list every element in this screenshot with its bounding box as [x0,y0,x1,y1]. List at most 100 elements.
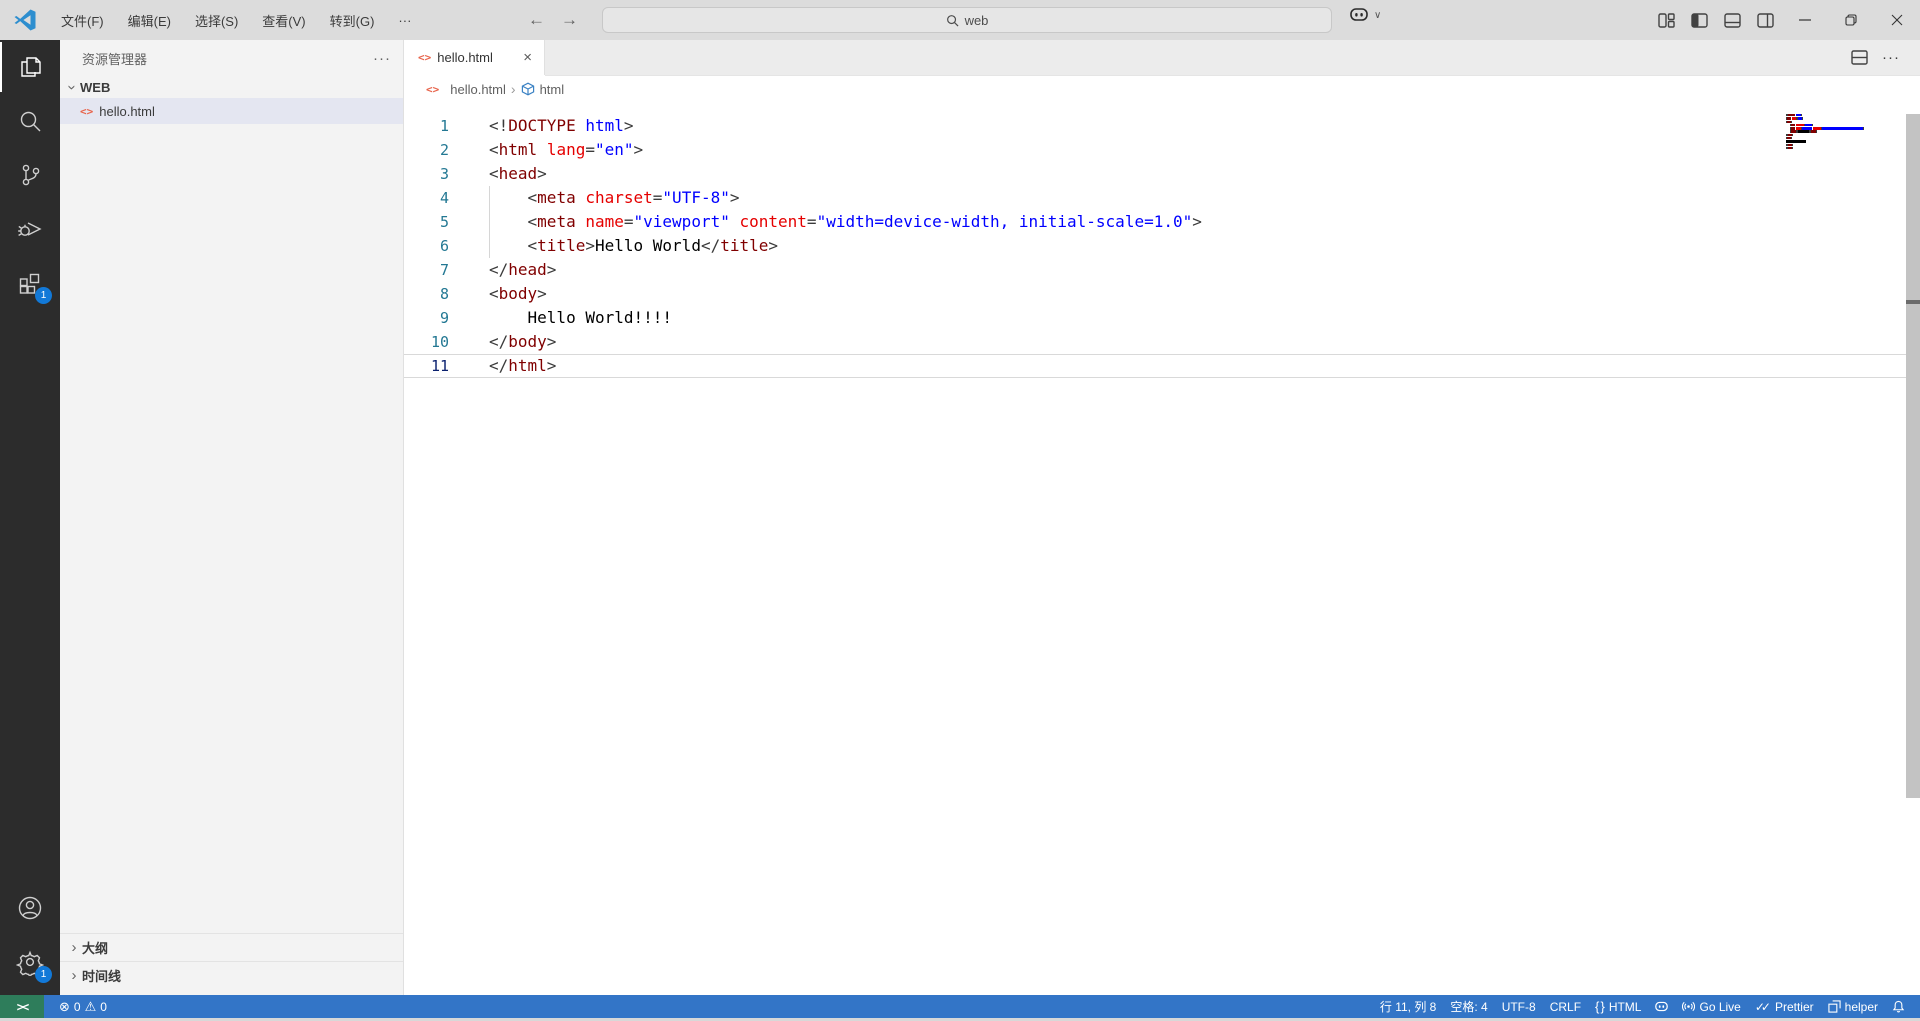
tab-close-icon[interactable]: × [519,49,536,66]
indentation-status[interactable]: 空格: 4 [1443,995,1494,1018]
vscode-logo-icon [13,8,37,32]
outline-section[interactable]: › 大纲 [60,933,403,961]
menu-goto[interactable]: 转到(G) [320,6,385,35]
scrollbar-thumb[interactable] [1906,114,1920,798]
minimap-line [1786,134,1900,136]
html-file-icon: <> [418,51,431,64]
indent-guide [489,210,490,234]
code-line-9[interactable]: 9 Hello World!!!! [404,306,1920,330]
code-line-10[interactable]: 10</body> [404,330,1920,354]
breadcrumb-symbol[interactable]: html [540,82,565,97]
code-editor[interactable]: 1<!DOCTYPE html>2<html lang="en">3<head>… [404,102,1920,995]
toggle-panel-icon[interactable] [1724,13,1741,28]
code-line-7[interactable]: 7</head> [404,258,1920,282]
symbol-cube-icon [521,82,535,96]
restore-button[interactable] [1828,0,1874,40]
minimap-line [1786,144,1900,146]
braces-icon: { } [1595,1000,1605,1013]
notifications-status[interactable] [1885,995,1912,1018]
account-icon[interactable] [0,883,60,933]
bell-icon [1892,1000,1905,1013]
code-line-6[interactable]: 6 <title>Hello World</title> [404,234,1920,258]
editor-more-actions-icon[interactable]: ··· [1882,49,1900,66]
editor-group: <> hello.html × ··· <> hello.html › html [404,40,1920,995]
settings-gear-icon[interactable]: 1 [0,937,60,987]
html-file-icon: <> [80,105,93,118]
toggle-secondary-sidebar-icon[interactable] [1757,13,1774,28]
minimap-line [1786,127,1900,129]
code-line-8[interactable]: 8<body> [404,282,1920,306]
titlebar-right-controls [1650,0,1920,40]
warning-icon: ⚠ [85,1000,97,1013]
eol-status[interactable]: CRLF [1543,995,1588,1018]
copilot-icon [1348,6,1370,24]
timeline-section[interactable]: › 时间线 [60,961,403,989]
code-line-4[interactable]: 4 <meta charset="UTF-8"> [404,186,1920,210]
menu-selection[interactable]: 选择(S) [185,6,248,35]
line-number: 4 [404,186,449,210]
go-live-status[interactable]: Go Live [1675,995,1747,1018]
code-text: <body> [449,282,547,306]
cursor-position-status[interactable]: 行 11, 列 8 [1373,995,1443,1018]
chevron-down-icon: ∨ [1374,10,1381,21]
copilot-menu[interactable]: ∨ [1348,6,1381,24]
problems-status[interactable]: ⊗ 0 ⚠ 0 [52,995,114,1018]
source-control-icon[interactable] [0,150,60,200]
explorer-actions-icon[interactable]: ··· [373,50,391,67]
back-icon[interactable]: ← [528,10,545,30]
code-lines: 1<!DOCTYPE html>2<html lang="en">3<head>… [404,114,1920,378]
forward-icon[interactable]: → [561,10,578,30]
minimap-line [1786,147,1900,149]
minimap[interactable] [1786,114,1900,150]
run-debug-icon[interactable] [0,204,60,254]
menu-overflow[interactable]: ··· [388,8,421,33]
tab-bar: <> hello.html × ··· [404,40,1920,76]
menu-edit[interactable]: 编辑(E) [118,6,181,35]
copilot-status[interactable] [1648,995,1675,1018]
minimize-button[interactable] [1782,0,1828,40]
file-hello-html[interactable]: <> hello.html [60,98,403,124]
minimap-line [1786,114,1900,116]
settings-badge: 1 [35,966,52,983]
indent-guide [489,234,490,258]
minimap-line [1786,140,1900,142]
code-text: <title>Hello World</title> [449,234,778,258]
toggle-primary-sidebar-icon[interactable] [1691,13,1708,28]
html-file-icon: <> [426,83,439,96]
chevron-collapsed-icon: › [66,939,82,956]
breadcrumb-file[interactable]: hello.html [450,82,506,97]
menu-file[interactable]: 文件(F) [51,6,114,35]
folder-web[interactable]: › WEB [60,76,403,98]
customize-layout-icon[interactable] [1658,13,1675,28]
line-number: 6 [404,234,449,258]
line-number: 1 [404,114,449,138]
search-icon [946,14,959,27]
copilot-icon [1655,1000,1668,1013]
title-bar: 文件(F) 编辑(E) 选择(S) 查看(V) 转到(G) ··· ← → we… [0,0,1920,40]
close-button[interactable] [1874,0,1920,40]
indent-guide [489,186,490,210]
code-line-1[interactable]: 1<!DOCTYPE html> [404,114,1920,138]
vertical-scrollbar[interactable] [1906,102,1920,995]
remote-indicator[interactable]: >< [0,995,44,1018]
sidebar-title: 资源管理器 [82,49,147,68]
command-center-search[interactable]: web [602,7,1332,33]
code-line-2[interactable]: 2<html lang="en"> [404,138,1920,162]
menu-view[interactable]: 查看(V) [252,6,315,35]
code-line-3[interactable]: 3<head> [404,162,1920,186]
helper-status[interactable]: helper [1821,995,1885,1018]
breadcrumb: <> hello.html › html [404,76,1920,102]
explorer-icon[interactable] [0,42,60,92]
minimap-line [1786,124,1900,126]
extensions-icon[interactable]: 1 [0,258,60,308]
tab-hello-html[interactable]: <> hello.html × [404,40,545,75]
language-mode-status[interactable]: { } HTML [1588,995,1648,1018]
prettier-status[interactable]: ✓✓ Prettier [1748,995,1821,1018]
search-view-icon[interactable] [0,96,60,146]
activity-bar: 1 1 [0,40,60,995]
code-line-5[interactable]: 5 <meta name="viewport" content="width=d… [404,210,1920,234]
overview-ruler-cursor-mark [1906,300,1920,304]
split-editor-icon[interactable] [1851,50,1868,65]
encoding-status[interactable]: UTF-8 [1495,995,1543,1018]
code-line-11[interactable]: 11</html> [404,354,1920,378]
